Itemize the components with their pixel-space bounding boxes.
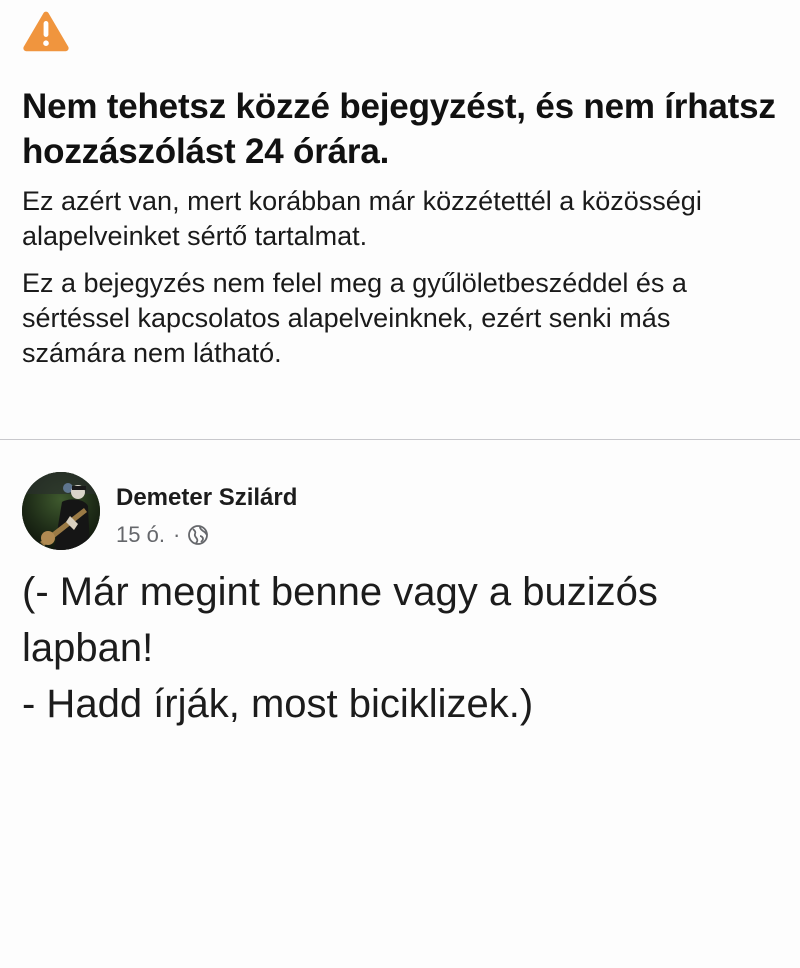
post-meta: 15 ó. · xyxy=(116,522,209,548)
post-header: Demeter Szilárd 15 ó. · xyxy=(0,440,800,560)
restriction-notice: Nem tehetsz közzé bejegyzést, és nem írh… xyxy=(0,0,800,371)
post-timestamp[interactable]: 15 ó. xyxy=(116,522,165,548)
notice-title: Nem tehetsz közzé bejegyzést, és nem írh… xyxy=(22,87,776,171)
post-text-line: - Hadd írják, most biciklizek.) xyxy=(22,682,534,726)
post-text: (- Már megint benne vagy a buzizós lapba… xyxy=(22,564,782,732)
post: Demeter Szilárd 15 ó. · (- Már megint be… xyxy=(0,440,800,732)
author-name[interactable]: Demeter Szilárd xyxy=(116,484,297,512)
meta-separator: · xyxy=(172,522,181,547)
avatar[interactable] xyxy=(22,472,100,550)
globe-icon[interactable] xyxy=(187,524,209,546)
notice-policy-text: Ez a bejegyzés nem felel meg a gyűlöletb… xyxy=(22,268,687,368)
warning-triangle-icon xyxy=(23,11,69,52)
avatar-photo xyxy=(22,472,100,550)
post-text-line: (- Már megint benne vagy a buzizós xyxy=(22,570,658,614)
notice-reason-text: Ez azért van, mert korábban már közzétet… xyxy=(22,186,702,251)
post-text-line: lapban! xyxy=(22,626,154,670)
page: Nem tehetsz közzé bejegyzést, és nem írh… xyxy=(0,0,800,968)
